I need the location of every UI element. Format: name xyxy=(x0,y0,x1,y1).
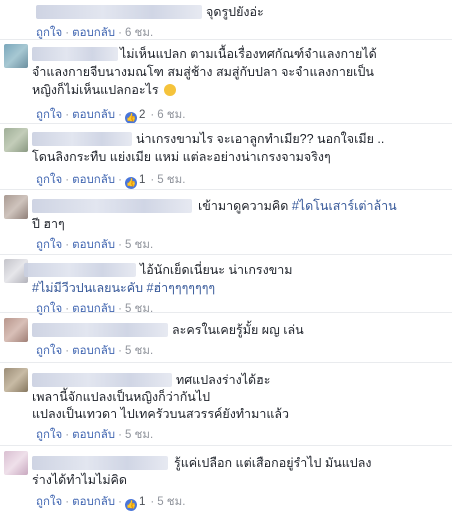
avatar[interactable] xyxy=(4,318,28,342)
reply-link[interactable]: ตอบกลับ xyxy=(72,429,115,441)
comment-actions: ถูกใจ · ตอบกลับ · 5 ชม. xyxy=(36,429,154,441)
comment-text: รู้แค่เปลือก แต่เสือกอยู่รำไป มันแปลง xyxy=(174,456,372,470)
comment-actions: ถูกใจ · ตอบกลับ · 👍 2 · 6 ชม. xyxy=(36,109,186,124)
comment-text: ร่างได้ทำไมไม่คิด xyxy=(32,473,128,487)
like-count[interactable]: 2 xyxy=(139,109,145,121)
like-link[interactable]: ถูกใจ xyxy=(36,429,62,441)
comment-actions: ถูกใจ · ตอบกลับ · 5 ชม. xyxy=(36,303,154,315)
comment-text: จุดรูปยังอ่ะ xyxy=(206,5,264,19)
reply-link[interactable]: ตอบกลับ xyxy=(72,239,115,251)
comment-actions: ถูกใจ · ตอบกลับ · 👍 1 · 5 ชม. xyxy=(36,496,186,511)
like-link[interactable]: ถูกใจ xyxy=(36,239,62,251)
comment-text: ไอ้นักเย็ดเนี่ยนะ น่าเกรงขาม xyxy=(140,263,293,277)
commenter-name[interactable] xyxy=(32,47,118,61)
comment-text-line: เข้ามาดูความคิด #ไดโนเสาร์เต่าล้าน xyxy=(198,198,397,214)
avatar[interactable] xyxy=(4,44,28,68)
divider xyxy=(0,189,452,190)
like-link[interactable]: ถูกใจ xyxy=(36,109,62,121)
emoji-icon xyxy=(164,84,177,96)
like-count-icon[interactable]: 👍 xyxy=(124,177,137,189)
reply-link[interactable]: ตอบกลับ xyxy=(72,303,115,315)
avatar[interactable] xyxy=(4,368,28,392)
avatar[interactable] xyxy=(4,451,28,475)
commenter-name[interactable] xyxy=(32,323,168,337)
comment-text: โดนลิงกระทืบ แย่งเมีย แหม่ แต่ละอย่างน่า… xyxy=(32,150,331,164)
avatar[interactable] xyxy=(4,2,28,26)
commenter-name[interactable] xyxy=(32,199,192,213)
commenter-name[interactable] xyxy=(36,5,202,19)
avatar[interactable] xyxy=(4,195,28,219)
reply-link[interactable]: ตอบกลับ xyxy=(72,174,115,186)
like-link[interactable]: ถูกใจ xyxy=(36,27,62,39)
comment-text: น่าเกรงขามไร จะเอาลูกทำเมีย?? นอกใจเมีย … xyxy=(136,132,385,146)
comment-actions: ถูกใจ · ตอบกลับ · 5 ชม. xyxy=(36,239,154,251)
divider xyxy=(0,445,452,446)
comment-actions: ถูกใจ · ตอบกลับ · 👍 1 · 5 ชม. xyxy=(36,174,186,189)
reply-link[interactable]: ตอบกลับ xyxy=(72,109,115,121)
avatar[interactable] xyxy=(4,128,28,152)
comment-text: เข้ามาดูความคิด xyxy=(198,199,289,213)
timestamp[interactable]: 6 ชม. xyxy=(125,27,153,39)
commenter-name[interactable] xyxy=(32,373,172,387)
comment-text: หญิงก็ไม่เห็นแปลกอะไร xyxy=(32,83,159,97)
like-link[interactable]: ถูกใจ xyxy=(36,496,62,508)
like-count[interactable]: 1 xyxy=(139,174,145,186)
commenter-name[interactable] xyxy=(32,132,132,146)
timestamp[interactable]: 6 ชม. xyxy=(157,109,185,121)
like-count-icon[interactable]: 👍 xyxy=(124,499,137,511)
like-link[interactable]: ถูกใจ xyxy=(36,345,62,357)
like-count[interactable]: 1 xyxy=(139,496,145,508)
like-link[interactable]: ถูกใจ xyxy=(36,174,62,186)
comment-actions: ถูกใจ · ตอบกลับ · 6 ชม. xyxy=(36,27,154,39)
comment-text: แปลงเป็นเทวดา ไปเทครัวบนสวรรค์ยังทำมาแล้… xyxy=(32,407,290,421)
timestamp[interactable]: 5 ชม. xyxy=(125,303,153,315)
comment-thread: จุดรูปยังอ่ะ ถูกใจ · ตอบกลับ · 6 ชม. ไม่เห็น… xyxy=(0,0,452,514)
reply-link[interactable]: ตอบกลับ xyxy=(72,27,115,39)
like-link[interactable]: ถูกใจ xyxy=(36,303,62,315)
comment-text-with-emoji: หญิงก็ไม่เห็นแปลกอะไร xyxy=(32,82,177,98)
reply-link[interactable]: ตอบกลับ xyxy=(72,496,115,508)
timestamp[interactable]: 5 ชม. xyxy=(125,429,153,441)
divider xyxy=(0,362,452,363)
comment-text: ละครในเคยรู้มั้ย ผญ เล่น xyxy=(172,323,304,337)
timestamp[interactable]: 5 ชม. xyxy=(157,496,185,508)
comment-text: จำแลงกายจีบนางมณโฑ สมสู่ช้าง สมสู่กับปลา… xyxy=(32,65,374,79)
timestamp[interactable]: 5 ชม. xyxy=(125,345,153,357)
hashtag-link[interactable]: #ไม่มีวีวปนเลยนะคับ xyxy=(32,281,143,295)
timestamp[interactable]: 5 ชม. xyxy=(157,174,185,186)
comment-text: ปี ฮาๆ xyxy=(32,217,65,231)
hashtag-link[interactable]: #ไดโนเสาร์เต่าล้าน xyxy=(292,199,397,213)
timestamp[interactable]: 5 ชม. xyxy=(125,239,153,251)
divider xyxy=(0,123,452,124)
divider xyxy=(0,39,452,40)
divider xyxy=(0,254,452,255)
comment-actions: ถูกใจ · ตอบกลับ · 5 ชม. xyxy=(36,345,154,357)
comment-text: เพลานี้จักแปลงเป็นหญิงก็ว่ากันไป xyxy=(32,390,211,404)
reply-link[interactable]: ตอบกลับ xyxy=(72,345,115,357)
comment-text: ไม่เห็นแปลก ตามเนื้อเรื่องทศกัณฑ์จำแลงกา… xyxy=(120,47,377,61)
hashtag-link[interactable]: #ฮ่าๆๆๆๆๆๆๆ xyxy=(147,281,216,295)
commenter-name[interactable] xyxy=(24,263,136,277)
comment-text-line: #ไม่มีวีวปนเลยนะคับ #ฮ่าๆๆๆๆๆๆๆ xyxy=(32,280,215,296)
comment-text: ทศแปลงร่างได้ฮะ xyxy=(176,373,271,387)
commenter-name[interactable] xyxy=(32,456,168,470)
divider xyxy=(0,312,452,313)
